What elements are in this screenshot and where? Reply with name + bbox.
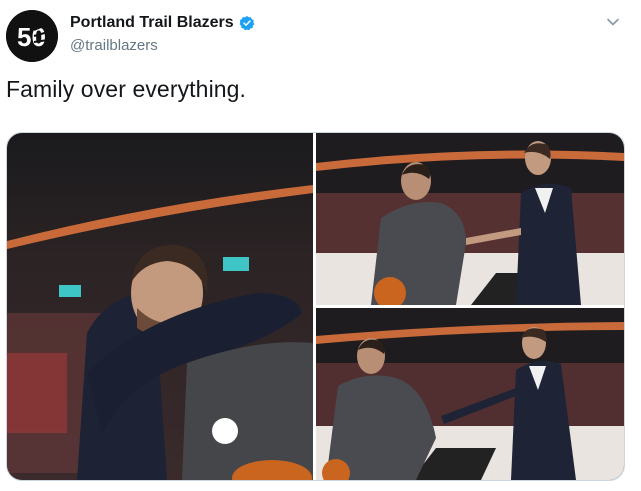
display-name[interactable]: Portland Trail Blazers bbox=[70, 14, 234, 32]
media-grid bbox=[6, 132, 625, 481]
verified-badge-icon bbox=[239, 15, 255, 31]
tweet-text: Family over everything. bbox=[6, 76, 247, 102]
account-name-row: Portland Trail Blazers bbox=[70, 14, 255, 32]
account-handle[interactable]: @trailblazers bbox=[70, 37, 158, 54]
photo-approach[interactable] bbox=[316, 308, 624, 480]
blazers-50-logo: 50 bbox=[6, 10, 58, 62]
avatar[interactable]: 50 bbox=[6, 10, 58, 62]
photo-hug[interactable] bbox=[7, 133, 313, 480]
chevron-down-icon[interactable] bbox=[605, 14, 621, 30]
photo-greeting[interactable] bbox=[316, 133, 624, 305]
